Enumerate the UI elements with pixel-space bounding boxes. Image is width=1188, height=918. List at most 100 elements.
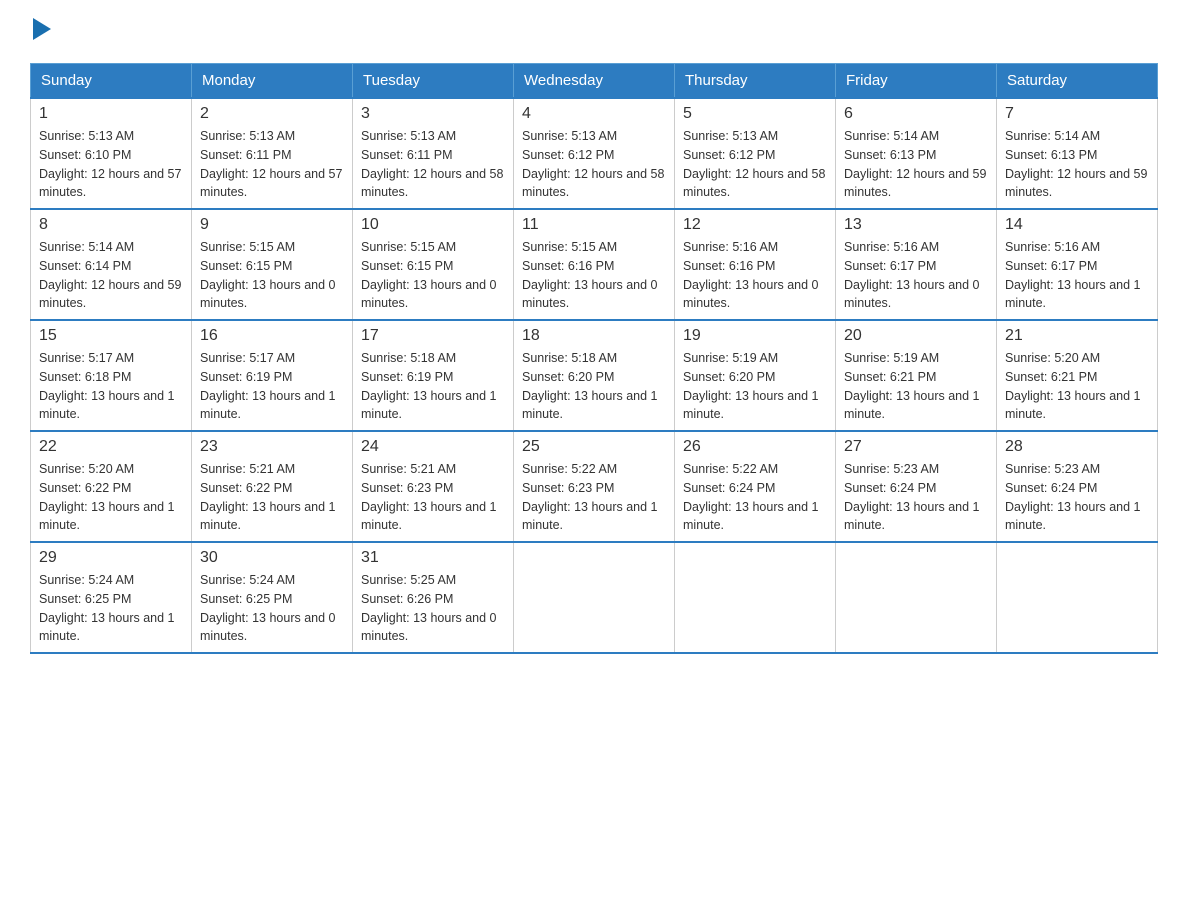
day-info: Sunrise: 5:18 AMSunset: 6:20 PMDaylight:… [522,349,666,424]
day-number: 6 [844,105,988,123]
day-number: 20 [844,327,988,345]
calendar-header-row: SundayMondayTuesdayWednesdayThursdayFrid… [31,64,1158,99]
calendar-cell: 7Sunrise: 5:14 AMSunset: 6:13 PMDaylight… [997,98,1158,209]
header-friday: Friday [836,64,997,99]
day-number: 9 [200,216,344,234]
calendar-cell: 30Sunrise: 5:24 AMSunset: 6:25 PMDayligh… [192,542,353,653]
header-saturday: Saturday [997,64,1158,99]
day-number: 11 [522,216,666,234]
day-number: 16 [200,327,344,345]
day-info: Sunrise: 5:16 AMSunset: 6:16 PMDaylight:… [683,238,827,313]
calendar-cell: 10 Sunrise: 5:15 AMSunset: 6:15 PMDayligh… [353,209,514,320]
header-thursday: Thursday [675,64,836,99]
calendar-cell [836,542,997,653]
calendar-cell: 23 Sunrise: 5:21 AMSunset: 6:22 PMDayligh… [192,431,353,542]
calendar-cell: 31 Sunrise: 5:25 AMSunset: 6:26 PMDayligh… [353,542,514,653]
day-info: Sunrise: 5:15 AMSunset: 6:15 PMDaylight:… [361,238,505,313]
calendar-table: SundayMondayTuesdayWednesdayThursdayFrid… [30,63,1158,654]
calendar-cell: 24 Sunrise: 5:21 AMSunset: 6:23 PMDayligh… [353,431,514,542]
day-number: 2 [200,105,344,123]
calendar-week-1: 1 Sunrise: 5:13 AMSunset: 6:10 PMDaylight… [31,98,1158,209]
calendar-cell: 19 Sunrise: 5:19 AMSunset: 6:20 PMDayligh… [675,320,836,431]
day-number: 27 [844,438,988,456]
calendar-cell [675,542,836,653]
day-info: Sunrise: 5:16 AMSunset: 6:17 PMDaylight:… [1005,238,1149,313]
day-info: Sunrise: 5:13 AMSunset: 6:12 PMDaylight:… [522,127,666,202]
day-info: Sunrise: 5:13 AMSunset: 6:11 PMDaylight:… [361,127,505,202]
day-number: 31 [361,549,505,567]
day-number: 19 [683,327,827,345]
calendar-week-4: 22 Sunrise: 5:20 AMSunset: 6:22 PMDayligh… [31,431,1158,542]
day-info: Sunrise: 5:21 AMSunset: 6:23 PMDaylight:… [361,460,505,535]
day-number: 13 [844,216,988,234]
calendar-cell: 22 Sunrise: 5:20 AMSunset: 6:22 PMDayligh… [31,431,192,542]
day-info: Sunrise: 5:23 AMSunset: 6:24 PMDaylight:… [844,460,988,535]
header-monday: Monday [192,64,353,99]
calendar-cell: 3 Sunrise: 5:13 AMSunset: 6:11 PMDaylight… [353,98,514,209]
day-info: Sunrise: 5:14 AMSunset: 6:13 PMDaylight:… [1005,127,1149,202]
calendar-week-3: 15Sunrise: 5:17 AMSunset: 6:18 PMDayligh… [31,320,1158,431]
day-info: Sunrise: 5:24 AMSunset: 6:25 PMDaylight:… [39,571,183,646]
day-number: 12 [683,216,827,234]
day-info: Sunrise: 5:15 AMSunset: 6:16 PMDaylight:… [522,238,666,313]
day-info: Sunrise: 5:22 AMSunset: 6:24 PMDaylight:… [683,460,827,535]
calendar-cell: 28 Sunrise: 5:23 AMSunset: 6:24 PMDayligh… [997,431,1158,542]
calendar-cell: 15Sunrise: 5:17 AMSunset: 6:18 PMDayligh… [31,320,192,431]
calendar-cell: 6Sunrise: 5:14 AMSunset: 6:13 PMDaylight… [836,98,997,209]
calendar-cell: 27 Sunrise: 5:23 AMSunset: 6:24 PMDayligh… [836,431,997,542]
calendar-cell: 5 Sunrise: 5:13 AMSunset: 6:12 PMDaylight… [675,98,836,209]
header-sunday: Sunday [31,64,192,99]
day-number: 28 [1005,438,1149,456]
day-number: 8 [39,216,183,234]
calendar-cell: 16 Sunrise: 5:17 AMSunset: 6:19 PMDayligh… [192,320,353,431]
calendar-cell [514,542,675,653]
calendar-cell: 9 Sunrise: 5:15 AMSunset: 6:15 PMDaylight… [192,209,353,320]
day-info: Sunrise: 5:19 AMSunset: 6:20 PMDaylight:… [683,349,827,424]
day-number: 23 [200,438,344,456]
day-info: Sunrise: 5:13 AMSunset: 6:12 PMDaylight:… [683,127,827,202]
logo-arrow-icon [33,18,51,45]
day-number: 29 [39,549,183,567]
calendar-cell: 14Sunrise: 5:16 AMSunset: 6:17 PMDayligh… [997,209,1158,320]
day-info: Sunrise: 5:16 AMSunset: 6:17 PMDaylight:… [844,238,988,313]
header-tuesday: Tuesday [353,64,514,99]
calendar-cell: 21 Sunrise: 5:20 AMSunset: 6:21 PMDayligh… [997,320,1158,431]
calendar-cell: 1 Sunrise: 5:13 AMSunset: 6:10 PMDaylight… [31,98,192,209]
day-info: Sunrise: 5:13 AMSunset: 6:10 PMDaylight:… [39,127,183,202]
day-number: 25 [522,438,666,456]
day-number: 21 [1005,327,1149,345]
day-info: Sunrise: 5:25 AMSunset: 6:26 PMDaylight:… [361,571,505,646]
calendar-cell: 13 Sunrise: 5:16 AMSunset: 6:17 PMDayligh… [836,209,997,320]
day-info: Sunrise: 5:15 AMSunset: 6:15 PMDaylight:… [200,238,344,313]
calendar-cell: 26Sunrise: 5:22 AMSunset: 6:24 PMDayligh… [675,431,836,542]
day-info: Sunrise: 5:21 AMSunset: 6:22 PMDaylight:… [200,460,344,535]
day-info: Sunrise: 5:17 AMSunset: 6:19 PMDaylight:… [200,349,344,424]
calendar-cell: 18Sunrise: 5:18 AMSunset: 6:20 PMDayligh… [514,320,675,431]
day-number: 22 [39,438,183,456]
day-info: Sunrise: 5:20 AMSunset: 6:21 PMDaylight:… [1005,349,1149,424]
day-info: Sunrise: 5:14 AMSunset: 6:14 PMDaylight:… [39,238,183,313]
calendar-week-2: 8 Sunrise: 5:14 AMSunset: 6:14 PMDaylight… [31,209,1158,320]
day-info: Sunrise: 5:18 AMSunset: 6:19 PMDaylight:… [361,349,505,424]
calendar-cell: 25Sunrise: 5:22 AMSunset: 6:23 PMDayligh… [514,431,675,542]
header-wednesday: Wednesday [514,64,675,99]
day-number: 24 [361,438,505,456]
day-info: Sunrise: 5:13 AMSunset: 6:11 PMDaylight:… [200,127,344,202]
day-number: 5 [683,105,827,123]
calendar-cell: 2 Sunrise: 5:13 AMSunset: 6:11 PMDaylight… [192,98,353,209]
day-info: Sunrise: 5:19 AMSunset: 6:21 PMDaylight:… [844,349,988,424]
day-number: 3 [361,105,505,123]
calendar-cell: 20 Sunrise: 5:19 AMSunset: 6:21 PMDayligh… [836,320,997,431]
day-number: 1 [39,105,183,123]
day-info: Sunrise: 5:20 AMSunset: 6:22 PMDaylight:… [39,460,183,535]
calendar-cell: 12 Sunrise: 5:16 AMSunset: 6:16 PMDayligh… [675,209,836,320]
day-info: Sunrise: 5:23 AMSunset: 6:24 PMDaylight:… [1005,460,1149,535]
calendar-cell [997,542,1158,653]
day-number: 4 [522,105,666,123]
day-number: 17 [361,327,505,345]
calendar-cell: 29 Sunrise: 5:24 AMSunset: 6:25 PMDayligh… [31,542,192,653]
day-number: 10 [361,216,505,234]
calendar-cell: 11 Sunrise: 5:15 AMSunset: 6:16 PMDayligh… [514,209,675,320]
day-info: Sunrise: 5:17 AMSunset: 6:18 PMDaylight:… [39,349,183,424]
day-info: Sunrise: 5:24 AMSunset: 6:25 PMDaylight:… [200,571,344,646]
